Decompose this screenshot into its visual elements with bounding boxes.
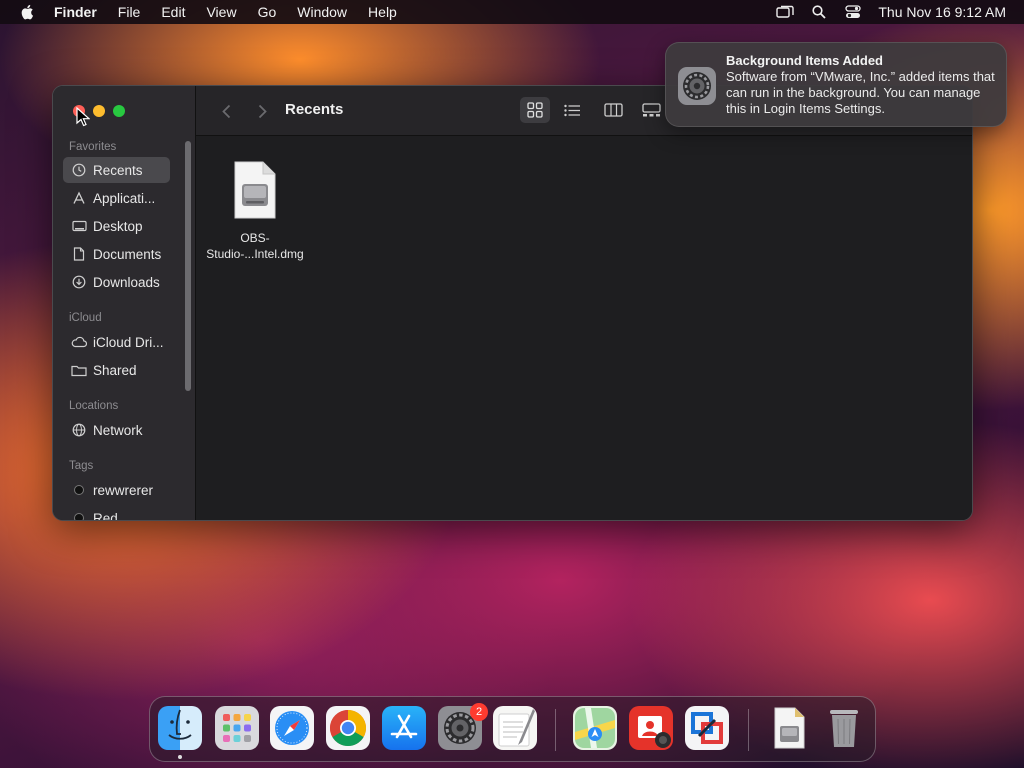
sidebar-item-label: Red xyxy=(93,510,118,521)
finder-content-area[interactable]: OBS- Studio-...Intel.dmg xyxy=(196,136,972,520)
sidebar-item-label: iCloud Dri... xyxy=(93,334,164,350)
clock-icon xyxy=(71,162,87,178)
notification-body: Software from “VMware, Inc.” added items… xyxy=(726,69,995,116)
zoom-window-button[interactable] xyxy=(113,105,125,117)
menu-bar-clock[interactable]: Thu Nov 16 9:12 AM xyxy=(878,4,1006,20)
forward-button[interactable] xyxy=(252,100,272,122)
tag-color-icon xyxy=(71,482,87,498)
menu-view[interactable]: View xyxy=(206,4,236,20)
sidebar-item-label: Documents xyxy=(93,246,162,262)
dock-separator xyxy=(748,709,749,751)
sidebar-item-network[interactable]: Network xyxy=(63,417,170,443)
minimize-window-button[interactable] xyxy=(93,105,105,117)
file-name: OBS- Studio-...Intel.dmg xyxy=(200,230,310,262)
sidebar-item-label: Network xyxy=(93,422,143,438)
sidebar-tag-red[interactable]: Red xyxy=(63,505,170,521)
dock-trash-icon[interactable] xyxy=(822,706,866,750)
window-title: Recents xyxy=(285,101,344,118)
sidebar-scrollbar[interactable] xyxy=(185,141,191,391)
screen-mirroring-icon[interactable] xyxy=(776,3,795,21)
sidebar-header-locations: Locations xyxy=(69,400,119,412)
disk-image-icon xyxy=(232,160,278,220)
dock-maps-icon[interactable] xyxy=(573,706,617,750)
globe-icon xyxy=(71,422,87,438)
control-center-icon[interactable] xyxy=(844,3,862,21)
dock-finder-icon[interactable] xyxy=(158,706,202,750)
sidebar-item-icloud-drive[interactable]: iCloud Dri... xyxy=(63,329,170,355)
sidebar-item-documents[interactable]: Documents xyxy=(63,241,170,267)
column-view-button[interactable] xyxy=(598,97,628,123)
dock-settings-badge: 2 xyxy=(470,703,488,721)
cloud-icon xyxy=(71,334,87,350)
sidebar-item-label: Downloads xyxy=(93,274,160,290)
file-name-line-2: Studio-...Intel.dmg xyxy=(206,247,304,261)
dock-chrome-icon[interactable] xyxy=(326,706,370,750)
dock-running-indicator xyxy=(178,755,182,759)
list-view-button[interactable] xyxy=(557,97,587,123)
applications-icon xyxy=(71,190,87,206)
sidebar-item-desktop[interactable]: Desktop xyxy=(63,213,170,239)
sidebar-item-label: Applicati... xyxy=(93,190,156,206)
dock: 2 xyxy=(149,696,876,762)
spotlight-search-icon[interactable] xyxy=(810,3,828,21)
sidebar-item-label: Recents xyxy=(93,162,143,178)
desktop-icon xyxy=(71,218,87,234)
file-name-line-1: OBS- xyxy=(240,231,270,245)
mouse-cursor-icon xyxy=(76,106,91,127)
sidebar-item-applications[interactable]: Applicati... xyxy=(63,185,170,211)
gallery-view-button[interactable] xyxy=(636,97,666,123)
finder-sidebar: Favorites Recents Applicati... Desktop D… xyxy=(53,86,196,520)
sidebar-header-tags: Tags xyxy=(69,460,94,472)
finder-window: Favorites Recents Applicati... Desktop D… xyxy=(52,85,973,521)
dock-safari-icon[interactable] xyxy=(270,706,314,750)
sidebar-item-shared[interactable]: Shared xyxy=(63,357,170,383)
apple-menu-icon[interactable] xyxy=(18,4,36,20)
menu-finder[interactable]: Finder xyxy=(54,4,97,20)
icon-view-button[interactable] xyxy=(520,97,550,123)
tag-color-icon xyxy=(71,510,87,520)
dock-photo-booth-icon[interactable] xyxy=(629,706,673,750)
dock-disk-image-icon[interactable] xyxy=(767,706,811,750)
shared-folder-icon xyxy=(71,362,87,378)
system-settings-gear-icon xyxy=(678,67,716,105)
sidebar-item-label: rewwrerer xyxy=(93,482,154,498)
sidebar-header-favorites: Favorites xyxy=(69,141,117,153)
document-icon xyxy=(71,246,87,262)
sidebar-header-icloud: iCloud xyxy=(69,312,102,324)
dock-separator xyxy=(555,709,556,751)
sidebar-item-label: Desktop xyxy=(93,218,143,234)
menu-bar: Finder File Edit View Go Window Help Thu… xyxy=(0,0,1024,24)
menu-help[interactable]: Help xyxy=(368,4,397,20)
download-icon xyxy=(71,274,87,290)
sidebar-item-downloads[interactable]: Downloads xyxy=(63,269,170,295)
menu-file[interactable]: File xyxy=(118,4,141,20)
dock-launchpad-icon[interactable] xyxy=(215,706,259,750)
menu-go[interactable]: Go xyxy=(258,4,277,20)
menu-window[interactable]: Window xyxy=(297,4,347,20)
sidebar-item-recents[interactable]: Recents xyxy=(63,157,170,183)
sidebar-tag-rewwrerer[interactable]: rewwrerer xyxy=(63,477,170,503)
back-button[interactable] xyxy=(216,100,236,122)
notification-banner[interactable]: Background Items Added Software from “VM… xyxy=(665,42,1007,127)
dock-app-store-icon[interactable] xyxy=(382,706,426,750)
sidebar-item-label: Shared xyxy=(93,362,137,378)
dock-textedit-icon[interactable] xyxy=(493,706,537,750)
menu-edit[interactable]: Edit xyxy=(161,4,185,20)
notification-title: Background Items Added xyxy=(726,53,883,68)
dock-vmware-fusion-icon[interactable] xyxy=(685,706,729,750)
file-item[interactable]: OBS- Studio-...Intel.dmg xyxy=(200,160,310,262)
